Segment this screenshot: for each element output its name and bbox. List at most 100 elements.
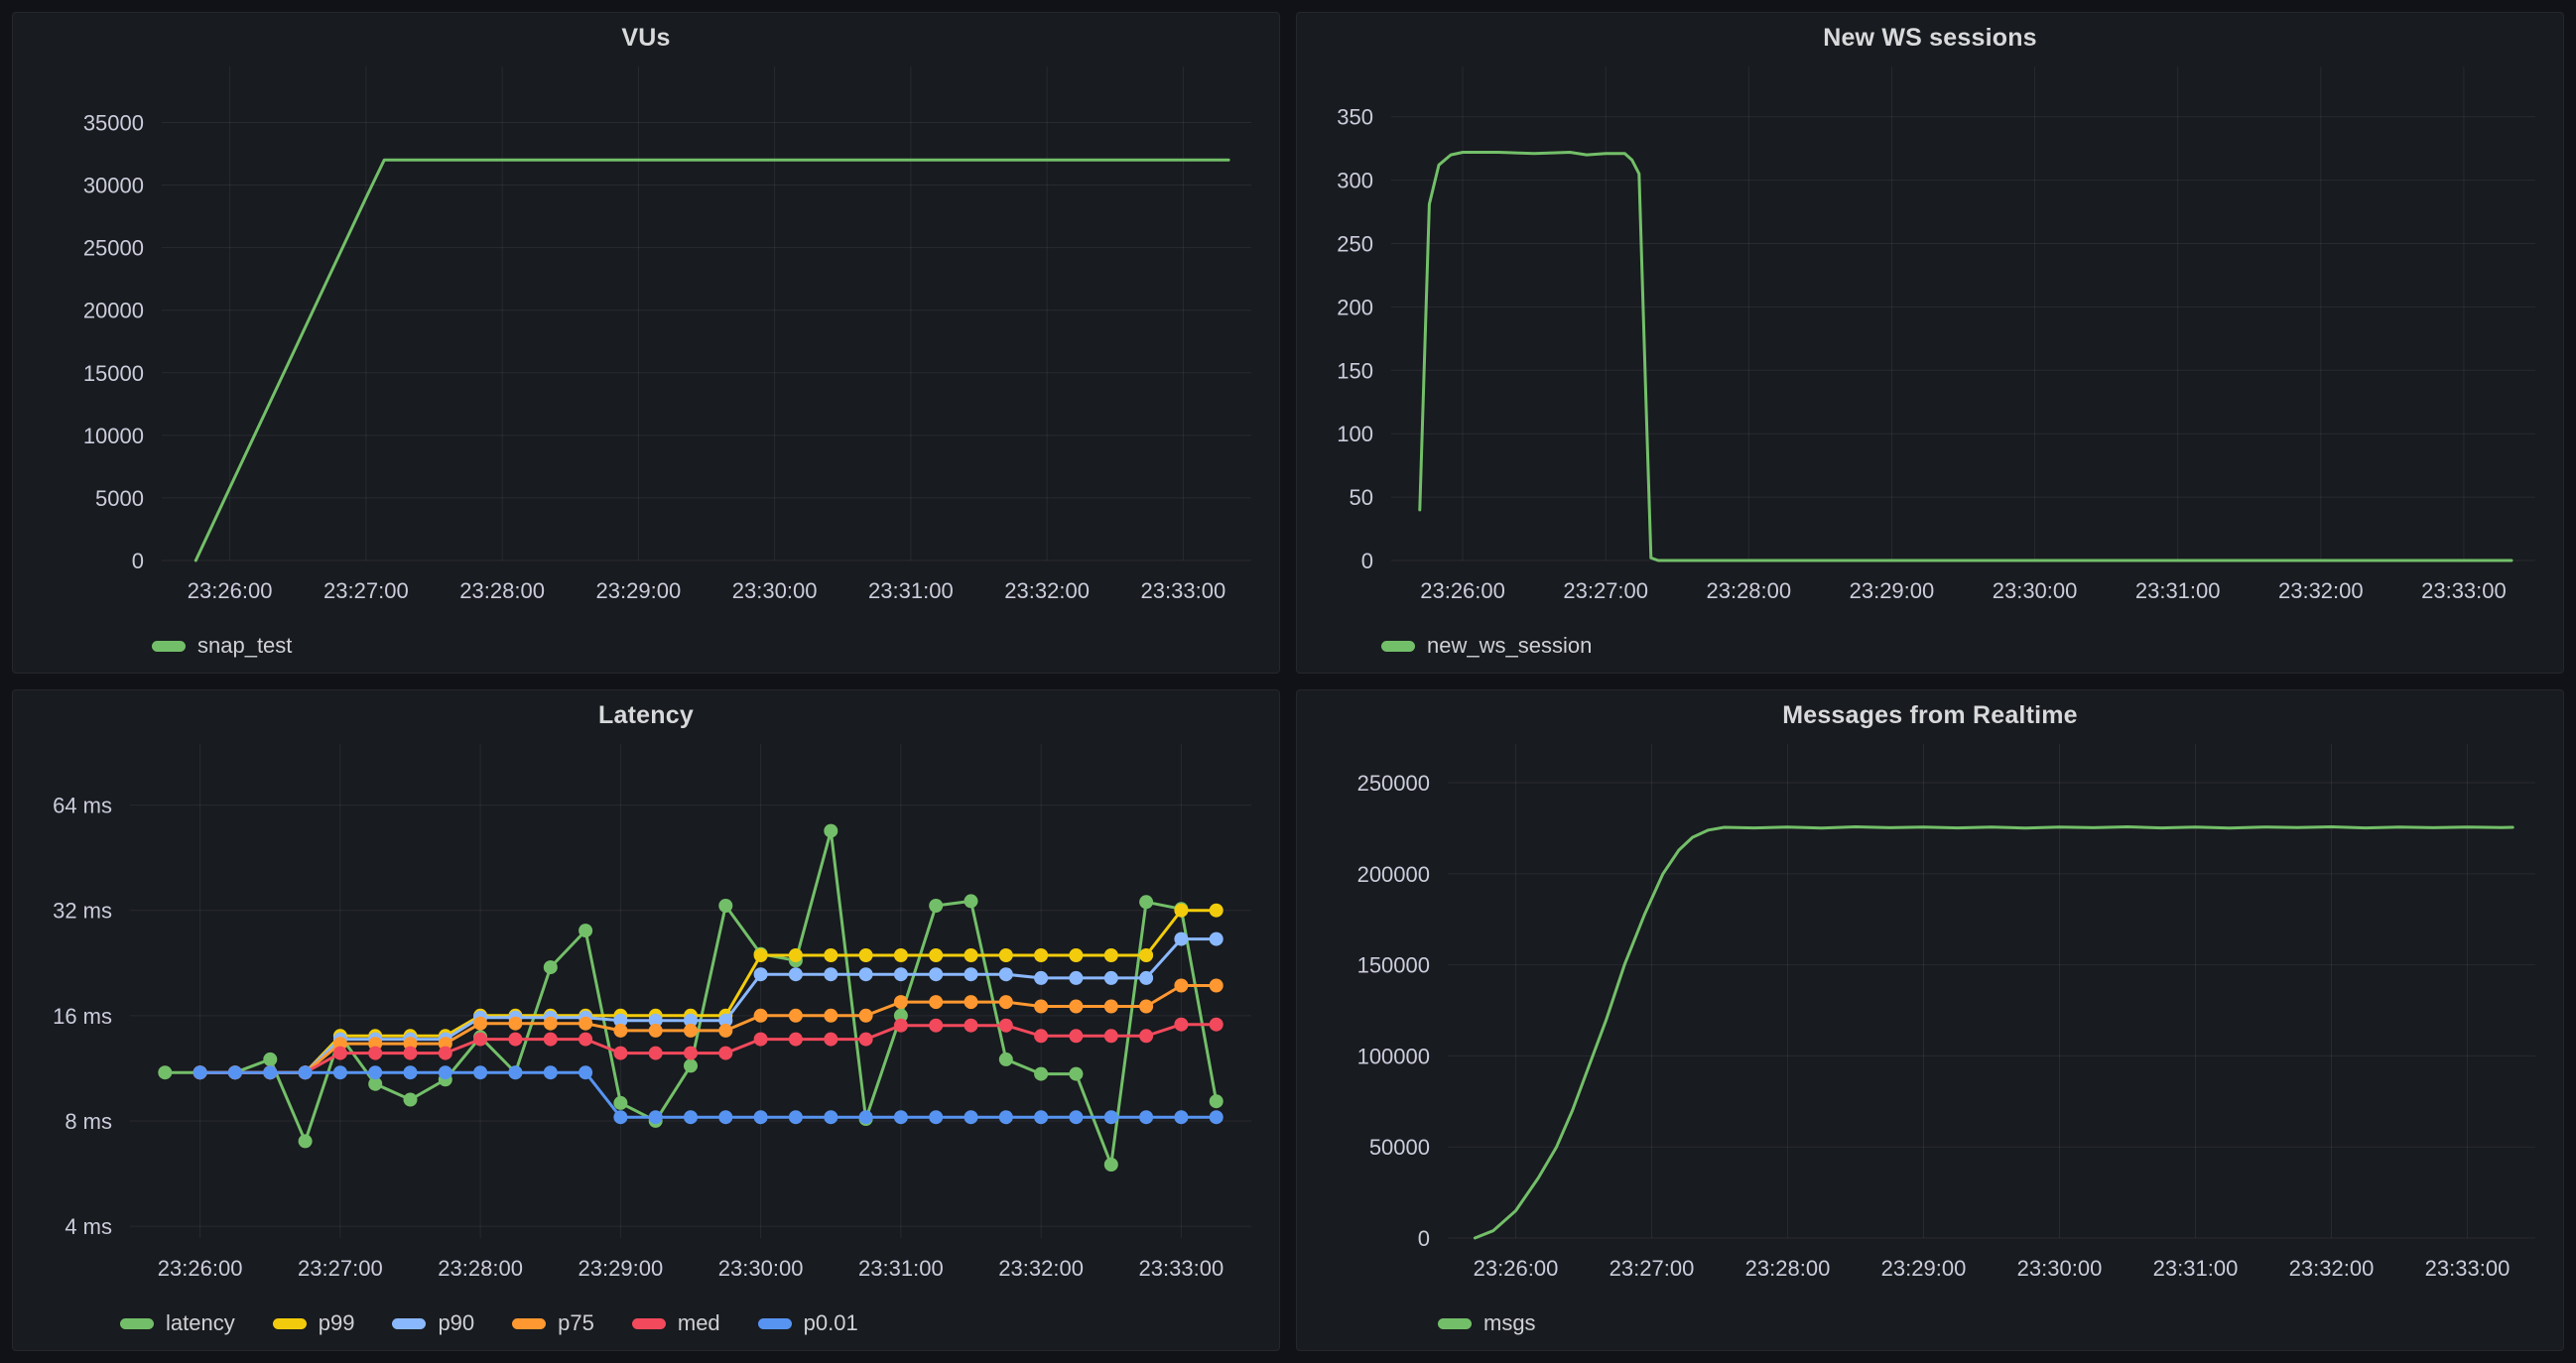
y-tick-label: 150 [1337, 358, 1373, 383]
y-tick-label: 20000 [83, 299, 144, 323]
x-tick-label: 23:28:00 [1745, 1256, 1831, 1281]
data-point [1034, 971, 1048, 985]
data-point [859, 948, 873, 962]
data-point [824, 1033, 837, 1047]
grid [162, 66, 1251, 560]
data-point [404, 1047, 418, 1060]
y-tick-label: 64 ms [53, 794, 112, 818]
y-tick-label: 5000 [95, 486, 144, 511]
panel-title-new-ws-sessions[interactable]: New WS sessions [1297, 13, 2563, 59]
panel-title-vus[interactable]: VUs [13, 13, 1279, 59]
y-tick-label: 0 [1418, 1226, 1430, 1251]
x-tick-label: 23:31:00 [858, 1256, 944, 1281]
legend-item-msgs[interactable]: msgs [1438, 1310, 1536, 1336]
data-point [544, 960, 558, 974]
y-tick-label: 50 [1350, 485, 1373, 510]
data-point [1139, 1110, 1153, 1124]
y-tick-label: 250 [1337, 232, 1373, 257]
data-point [1210, 932, 1224, 946]
legend-item-p0.01[interactable]: p0.01 [758, 1310, 858, 1336]
legend-item-snap_test[interactable]: snap_test [152, 633, 292, 659]
data-point [965, 995, 978, 1009]
data-point [684, 1047, 698, 1060]
data-point [789, 948, 803, 962]
legend-swatch-p90 [392, 1318, 426, 1329]
data-point [579, 924, 592, 937]
data-point [824, 1110, 837, 1124]
data-point [544, 1033, 558, 1047]
legend-item-p99[interactable]: p99 [273, 1310, 355, 1336]
data-point [754, 948, 768, 962]
data-point [193, 1065, 207, 1079]
data-point [579, 1033, 592, 1047]
data-point [684, 1058, 698, 1072]
y-tick-label: 200000 [1357, 862, 1430, 887]
legend-label: p0.01 [804, 1310, 858, 1336]
panel-latency: Latency 23:26:0023:27:0023:28:0023:29:00… [12, 689, 1280, 1351]
data-point [1069, 1000, 1083, 1014]
data-point [1034, 1067, 1048, 1081]
data-point [579, 1017, 592, 1031]
data-point [929, 995, 943, 1009]
data-point [544, 1065, 558, 1079]
data-point [1174, 932, 1188, 946]
data-point [1210, 1094, 1224, 1108]
chart-messages-from-realtime[interactable]: 23:26:0023:27:0023:28:0023:29:0023:30:00… [1297, 736, 2563, 1303]
chart-new-ws-sessions[interactable]: 23:26:0023:27:0023:28:0023:29:0023:30:00… [1297, 59, 2563, 626]
data-point [929, 1019, 943, 1033]
data-point [1174, 904, 1188, 918]
data-point [228, 1065, 242, 1079]
data-point [1069, 948, 1083, 962]
data-point [894, 995, 908, 1009]
data-point [333, 1065, 347, 1079]
data-point [718, 1024, 732, 1038]
axis-labels: 23:26:0023:27:0023:28:0023:29:0023:30:00… [1357, 771, 2511, 1281]
x-tick-label: 23:28:00 [459, 578, 545, 603]
y-tick-label: 300 [1337, 169, 1373, 193]
data-point [754, 1110, 768, 1124]
data-point [368, 1047, 382, 1060]
data-point [859, 1033, 873, 1047]
legend-item-new_ws_session[interactable]: new_ws_session [1381, 633, 1592, 659]
data-point [1069, 1110, 1083, 1124]
data-point [929, 967, 943, 981]
y-tick-label: 4 ms [64, 1214, 112, 1239]
data-point [718, 899, 732, 913]
panel-title-messages-from-realtime[interactable]: Messages from Realtime [1297, 690, 2563, 736]
data-point [824, 967, 837, 981]
data-point [263, 1053, 277, 1066]
data-point [1104, 1158, 1118, 1172]
data-point [1034, 1029, 1048, 1043]
series-line-new_ws_session [1420, 153, 2512, 561]
panel-title-latency[interactable]: Latency [13, 690, 1279, 736]
data-point [473, 1017, 487, 1031]
data-point [1034, 948, 1048, 962]
chart-vus[interactable]: 23:26:0023:27:0023:28:0023:29:0023:30:00… [13, 59, 1279, 626]
y-tick-label: 250000 [1357, 771, 1430, 796]
x-tick-label: 23:26:00 [1420, 578, 1505, 603]
legend-swatch-p99 [273, 1318, 307, 1329]
x-tick-label: 23:27:00 [323, 578, 409, 603]
chart-latency[interactable]: 23:26:0023:27:0023:28:0023:29:0023:30:00… [13, 736, 1279, 1303]
x-tick-label: 23:31:00 [2153, 1256, 2239, 1281]
axis-labels: 23:26:0023:27:0023:28:0023:29:0023:30:00… [83, 110, 1225, 603]
data-point [544, 1017, 558, 1031]
grid [1448, 744, 2535, 1238]
data-point [368, 1065, 382, 1079]
series-points-p75 [193, 979, 1224, 1080]
y-tick-label: 32 ms [53, 899, 112, 924]
data-point [894, 967, 908, 981]
legend-item-med[interactable]: med [632, 1310, 720, 1336]
legend-swatch-med [632, 1318, 666, 1329]
data-point [613, 1024, 627, 1038]
data-point [508, 1017, 522, 1031]
data-point [999, 1110, 1013, 1124]
data-point [824, 824, 837, 838]
legend-item-p75[interactable]: p75 [512, 1310, 594, 1336]
legend-item-p90[interactable]: p90 [392, 1310, 474, 1336]
data-point [824, 948, 837, 962]
data-point [1174, 1110, 1188, 1124]
panel-messages-from-realtime: Messages from Realtime 23:26:0023:27:002… [1296, 689, 2564, 1351]
y-tick-label: 0 [1361, 549, 1373, 573]
legend-item-latency[interactable]: latency [120, 1310, 235, 1336]
